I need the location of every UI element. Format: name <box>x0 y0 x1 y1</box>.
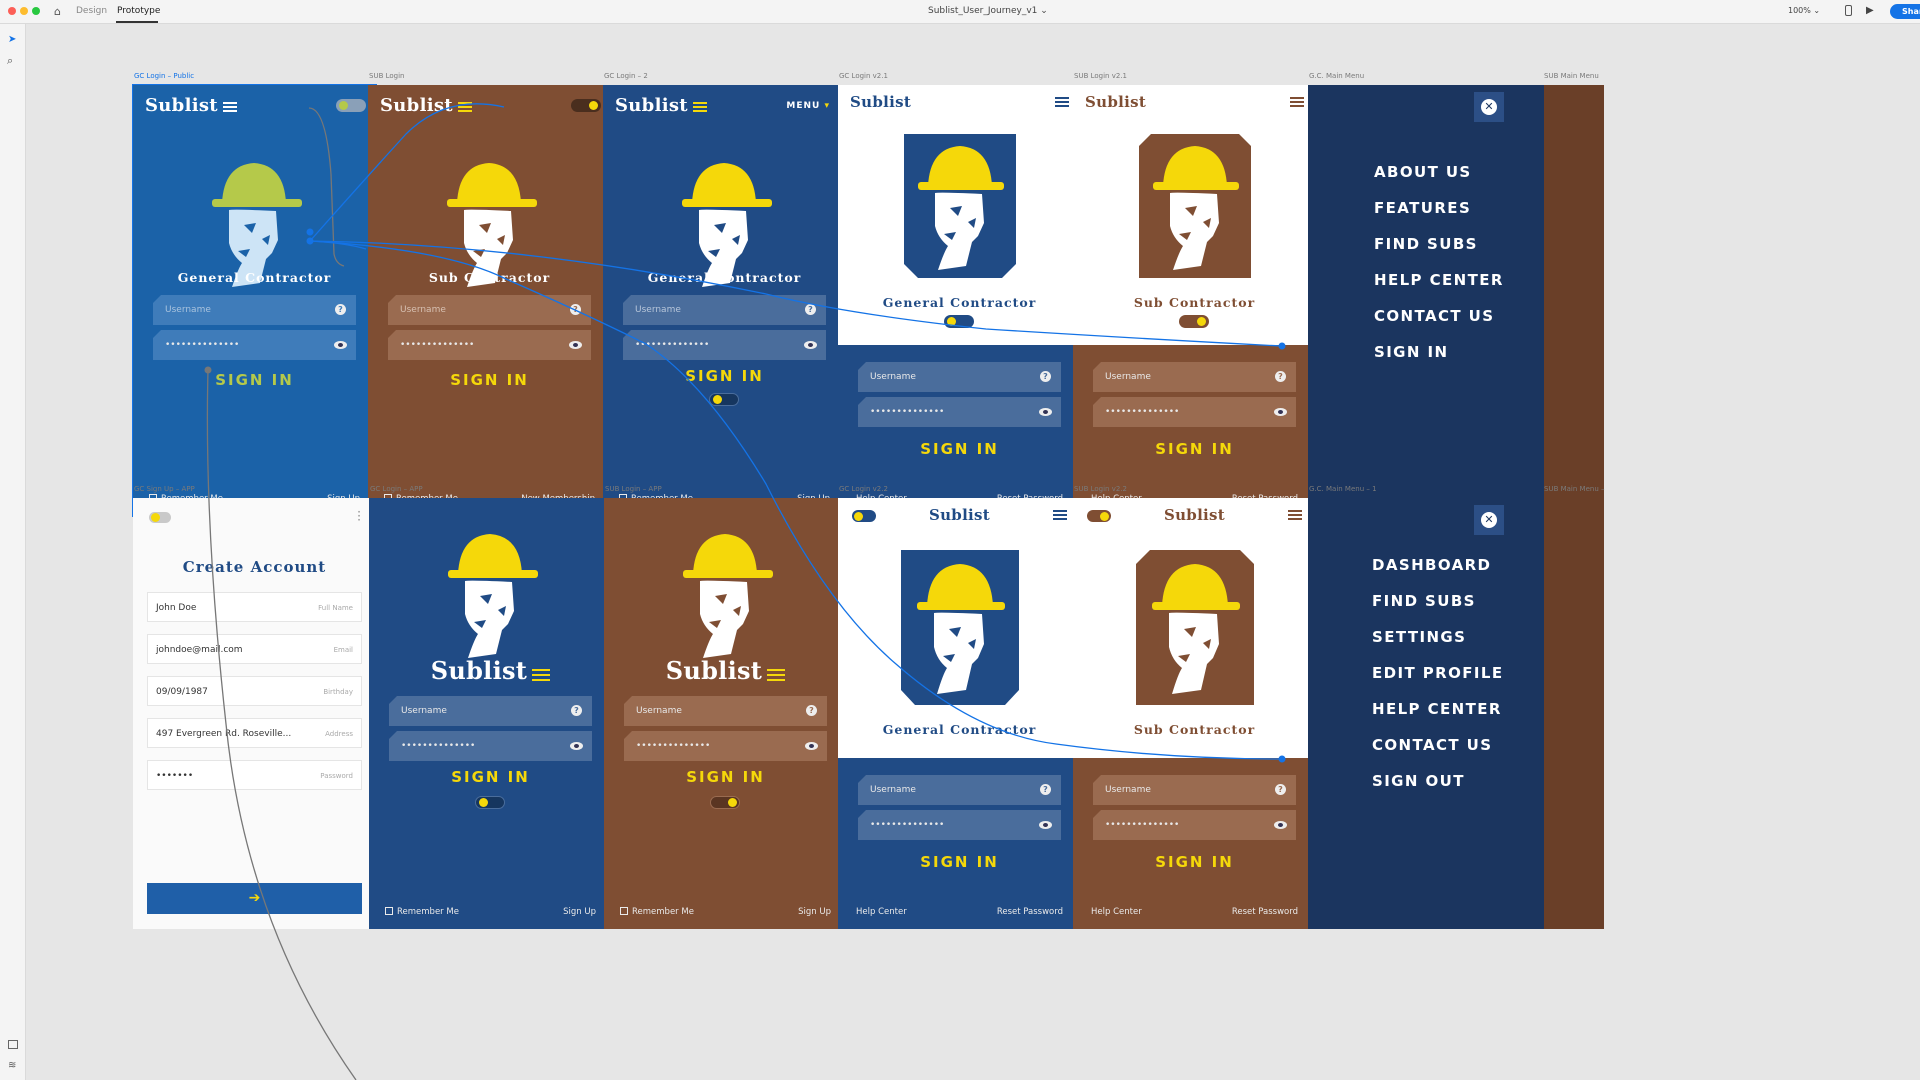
layers-icon[interactable]: ≋ <box>8 1060 16 1071</box>
wire-handle[interactable] <box>306 237 314 245</box>
assets-icon[interactable] <box>8 1040 18 1049</box>
close-window-button[interactable] <box>8 7 16 15</box>
zoom-level-text: 100% <box>1788 6 1811 15</box>
play-icon[interactable]: ▶ <box>1866 5 1874 16</box>
tool-bar: ➤ ⌕ ≋ <box>0 24 26 1080</box>
wire-to-gc-main-menu[interactable] <box>309 240 1282 347</box>
wire-handle[interactable] <box>204 366 212 374</box>
wire-to-sub-toggle[interactable] <box>309 103 505 242</box>
zoom-tool-icon[interactable]: ⌕ <box>7 54 13 68</box>
document-title[interactable]: Sublist_User_Journey_v1 ⌄ <box>928 6 1048 16</box>
wire-sign-in-to-signup[interactable] <box>206 369 357 1080</box>
device-preview-icon[interactable] <box>1845 5 1852 16</box>
document-title-text: Sublist_User_Journey_v1 <box>928 6 1038 16</box>
artboard-canvas[interactable]: GC Login – Public Sublist General Contra… <box>26 24 1920 1080</box>
app-toolbar: ⌂ Design Prototype Sublist_User_Journey_… <box>0 0 1920 24</box>
wire-handle[interactable] <box>1278 342 1286 350</box>
home-icon[interactable]: ⌂ <box>54 5 61 18</box>
zoom-level[interactable]: 100% ⌄ <box>1788 6 1820 15</box>
wire-handle[interactable] <box>306 228 314 236</box>
prototype-wires <box>204 103 1286 1080</box>
wire-handle[interactable] <box>1278 755 1286 763</box>
select-tool-icon[interactable]: ➤ <box>8 34 16 45</box>
tab-design[interactable]: Design <box>76 6 107 16</box>
minimize-window-button[interactable] <box>20 7 28 15</box>
tab-prototype[interactable]: Prototype <box>117 6 160 16</box>
zoom-window-button[interactable] <box>32 7 40 15</box>
wire-to-gc-main-menu-1[interactable] <box>309 240 1282 760</box>
share-button[interactable]: Share <box>1890 4 1920 19</box>
chevron-down-icon: ⌄ <box>1040 6 1048 16</box>
active-tab-underline <box>116 21 158 23</box>
